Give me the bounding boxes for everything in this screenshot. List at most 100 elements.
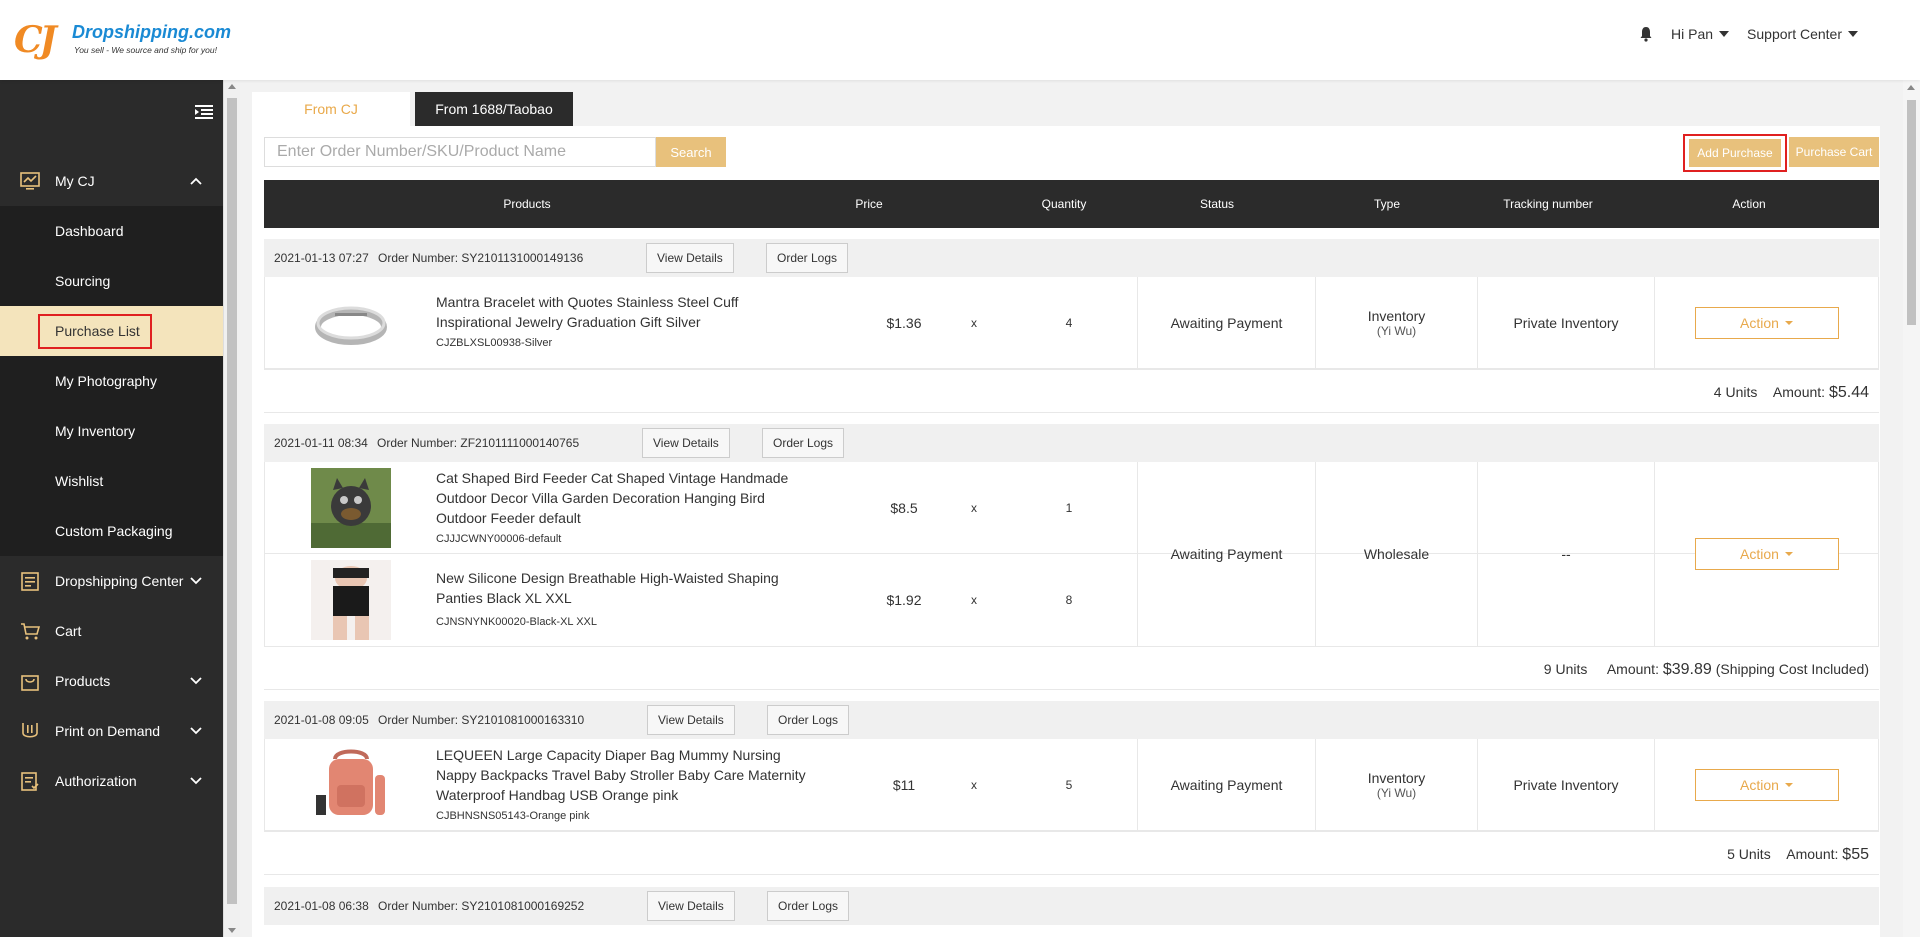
page-scrollbar[interactable] (1903, 80, 1920, 937)
order-header: 2021-01-11 08:34 Order Number: ZF2101111… (264, 424, 1879, 462)
product-image-shaping-panties[interactable] (311, 560, 391, 640)
tracking-number: Private Inventory (1513, 777, 1619, 793)
scrollbar-thumb[interactable] (227, 98, 237, 904)
add-purchase-highlight: Add Purchase (1683, 134, 1787, 172)
scroll-down-arrow-icon[interactable] (228, 928, 236, 933)
product-title: New Silicone Design Breathable High-Wais… (436, 570, 779, 606)
sidebar-item-my-cj[interactable]: My CJ (0, 156, 223, 206)
bell-icon[interactable] (1639, 26, 1653, 42)
product-image-bird-feeder[interactable] (311, 468, 391, 548)
product-title: LEQUEEN Large Capacity Diaper Bag Mummy … (436, 747, 806, 803)
shipping-note: (Shipping Cost Included) (1715, 661, 1869, 677)
view-details-button[interactable]: View Details (647, 891, 735, 921)
chevron-down-icon (190, 577, 202, 585)
tab-from-1688-taobao[interactable]: From 1688/Taobao (415, 92, 573, 126)
order-logs-button[interactable]: Order Logs (767, 891, 850, 921)
action-cell: Action (1654, 462, 1879, 646)
cart-icon (21, 623, 40, 640)
order-units: 4 Units (1713, 384, 1758, 400)
scroll-up-arrow-icon[interactable] (228, 84, 236, 89)
order-logs-button[interactable]: Order Logs (762, 428, 845, 458)
view-details-button[interactable]: View Details (646, 243, 734, 273)
sidebar-item-authorization[interactable]: Authorization (0, 756, 223, 806)
multiply-sign: x (971, 501, 977, 515)
sidebar-scrollbar[interactable] (223, 80, 240, 937)
product-image-diaper-bag[interactable] (311, 745, 391, 825)
tracking-cell: Private Inventory (1477, 739, 1654, 831)
action-dropdown-button[interactable]: Action (1694, 307, 1839, 339)
column-header-status: Status (1199, 197, 1235, 211)
sidebar-item-wishlist[interactable]: Wishlist (0, 456, 223, 506)
support-center-label: Support Center (1747, 26, 1842, 42)
column-header-price: Price (855, 197, 883, 211)
scrollbar-thumb[interactable] (1907, 100, 1916, 325)
order-summary: 4 Units Amount: $5.44 (264, 369, 1879, 413)
sidebar-item-purchase-list[interactable]: Purchase List (0, 306, 223, 356)
order-date: 2021-01-13 07:27 (274, 251, 369, 265)
chevron-down-icon (190, 727, 202, 735)
add-purchase-button[interactable]: Add Purchase (1689, 139, 1781, 167)
sidebar-item-cart[interactable]: Cart (0, 606, 223, 656)
order-number: Order Number: SY2101131000149136 (378, 251, 584, 265)
product-quantity: 4 (1065, 316, 1073, 330)
caret-down-icon (1784, 321, 1793, 325)
view-details-button[interactable]: View Details (647, 705, 735, 735)
product-image-bracelet[interactable] (311, 283, 391, 363)
order-status: Awaiting Payment (1170, 777, 1283, 793)
column-header-quantity: Quantity (1041, 197, 1087, 211)
status-cell: Awaiting Payment (1137, 739, 1315, 831)
amount-label: Amount: (1786, 846, 1843, 862)
type-cell: Inventory (Yi Wu) (1315, 739, 1477, 831)
tab-from-cj[interactable]: From CJ (252, 92, 410, 126)
order-type-location: (Yi Wu) (1376, 324, 1417, 338)
order-status: Awaiting Payment (1170, 546, 1283, 562)
sidebar-item-sourcing[interactable]: Sourcing (0, 256, 223, 306)
shopping-bag-icon (21, 675, 39, 691)
table-header: Products Price Quantity Status Type Trac… (264, 180, 1879, 228)
purchase-list-panel: Search Add Purchase Purchase Cart Produc… (252, 126, 1880, 937)
action-dropdown-button[interactable]: Action (1694, 769, 1839, 801)
order-date: 2021-01-08 09:05 (274, 713, 369, 727)
order-number: Order Number: ZF2101111000140765 (377, 436, 580, 450)
order-header: 2021-01-08 09:05 Order Number: SY2101081… (264, 701, 1879, 739)
order-type-location: (Yi Wu) (1376, 786, 1417, 800)
order-logs-button[interactable]: Order Logs (766, 243, 849, 273)
order-header: 2021-01-08 06:38 Order Number: SY2101081… (264, 887, 1879, 925)
sidebar-item-print-on-demand[interactable]: Print on Demand (0, 706, 223, 756)
chevron-up-icon (190, 177, 202, 185)
order-logs-button[interactable]: Order Logs (767, 705, 850, 735)
menu-collapse-icon[interactable] (195, 104, 213, 120)
monitor-chart-icon (20, 172, 40, 190)
sidebar-item-my-photography[interactable]: My Photography (0, 356, 223, 406)
cj-logo[interactable]: CJ Dropshipping.com You sell - We source… (14, 20, 231, 62)
caret-down-icon (1719, 31, 1730, 37)
main-content: From CJ From 1688/Taobao Search Add Purc… (252, 92, 1880, 937)
sidebar-item-label: Authorization (55, 773, 137, 789)
sidebar-item-products[interactable]: Products (0, 656, 223, 706)
sidebar-item-dropshipping-center[interactable]: Dropshipping Center (0, 556, 223, 606)
product-price: $1.36 (886, 315, 922, 331)
action-label: Action (1740, 777, 1779, 793)
product-price: $8.5 (890, 500, 918, 516)
sidebar-item-dashboard[interactable]: Dashboard (0, 206, 223, 256)
search-button[interactable]: Search (656, 137, 726, 167)
action-dropdown-button[interactable]: Action (1694, 538, 1839, 570)
user-greeting: Hi Pan (1671, 26, 1714, 42)
multiply-sign: x (971, 778, 977, 792)
sidebar-item-custom-packaging[interactable]: Custom Packaging (0, 506, 223, 556)
order-header: 2021-01-13 07:27 Order Number: SY2101131… (264, 239, 1879, 277)
support-center-menu[interactable]: Support Center (1747, 26, 1858, 42)
product-sku: CJNSNYNK00020-Black-XL XXL (436, 616, 597, 628)
type-cell: Wholesale (1315, 462, 1477, 646)
sidebar-item-label: My CJ (55, 173, 95, 189)
product-quantity: 1 (1065, 501, 1073, 515)
scroll-up-arrow-icon[interactable] (1907, 85, 1915, 90)
sidebar-item-my-inventory[interactable]: My Inventory (0, 406, 223, 456)
product-title: Cat Shaped Bird Feeder Cat Shaped Vintag… (436, 470, 789, 526)
view-details-button[interactable]: View Details (642, 428, 730, 458)
purchase-cart-button[interactable]: Purchase Cart (1789, 137, 1879, 167)
user-menu[interactable]: Hi Pan (1671, 26, 1730, 42)
action-cell: Action (1654, 739, 1879, 831)
chevron-down-icon (190, 677, 202, 685)
search-input[interactable] (264, 137, 656, 167)
